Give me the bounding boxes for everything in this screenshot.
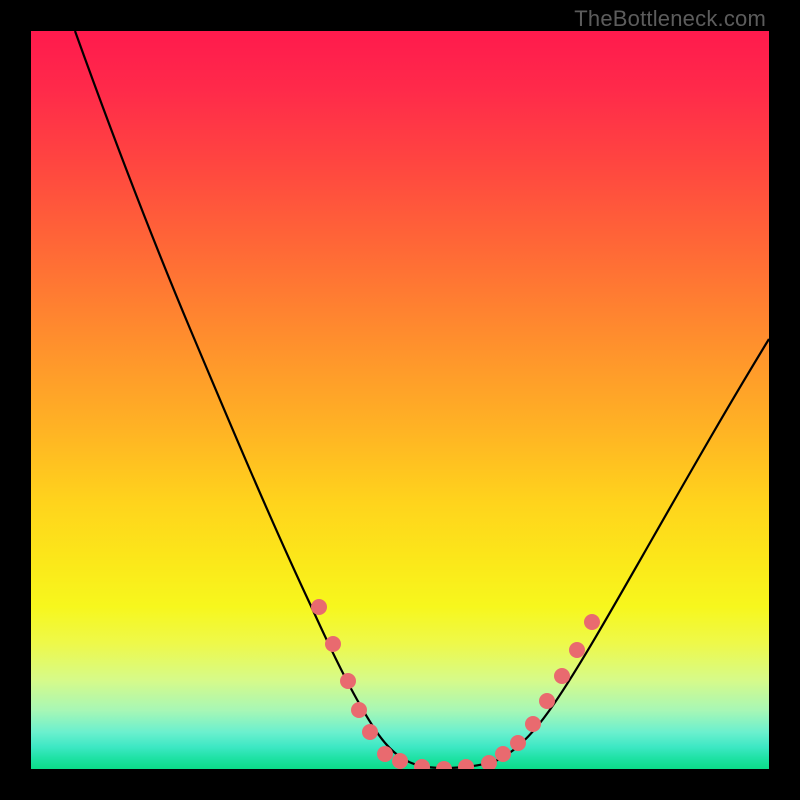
plot-area — [31, 31, 769, 769]
marker-dot — [525, 716, 541, 732]
marker-dot — [510, 735, 526, 751]
marker-dot — [325, 636, 341, 652]
marker-dot — [495, 746, 511, 762]
marker-dot — [554, 668, 570, 684]
marker-dot — [311, 599, 327, 615]
marker-dot — [569, 642, 585, 658]
marker-dot — [436, 761, 452, 769]
bottleneck-curve — [75, 31, 769, 768]
marker-dot — [340, 673, 356, 689]
marker-dot — [362, 724, 378, 740]
watermark-text: TheBottleneck.com — [574, 6, 766, 32]
marker-dots-group — [311, 599, 600, 769]
marker-dot — [458, 759, 474, 769]
marker-dot — [584, 614, 600, 630]
marker-dot — [481, 755, 497, 769]
curve-layer — [31, 31, 769, 769]
chart-frame: TheBottleneck.com — [0, 0, 800, 800]
marker-dot — [351, 702, 367, 718]
marker-dot — [539, 693, 555, 709]
marker-dot — [414, 759, 430, 769]
marker-dot — [392, 753, 408, 769]
marker-dot — [377, 746, 393, 762]
